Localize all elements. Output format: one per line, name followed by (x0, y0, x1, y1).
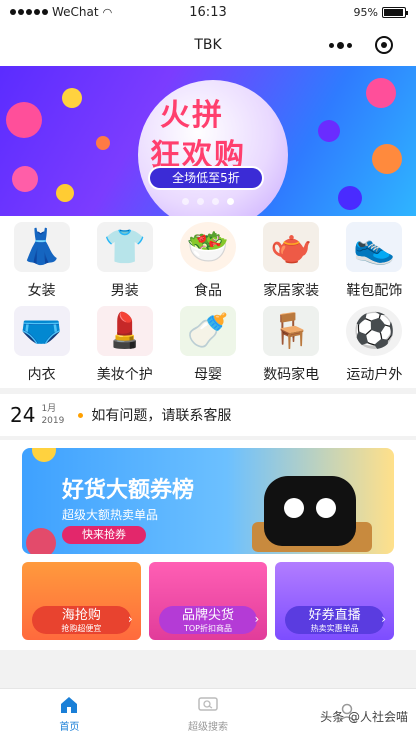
notice-year: 2019 (41, 416, 65, 426)
indicator-dot[interactable] (212, 198, 219, 205)
decor-blob (372, 144, 402, 174)
indicator-dot[interactable] (197, 198, 204, 205)
signal-icon (10, 9, 48, 15)
status-bar: WeChat ◠ 16:13 95% (0, 0, 416, 24)
category-item-food[interactable]: 🥗 食品 (166, 216, 249, 300)
status-left: WeChat ◠ (10, 5, 354, 19)
nav-bar: TBK (0, 24, 416, 66)
notice-bar[interactable]: 24 1月 2019 如有问题，请联系客服 (0, 394, 416, 436)
mini-program-capsule (318, 30, 404, 60)
decor-blob (6, 102, 42, 138)
category-item-baby[interactable]: 🍼 母婴 (166, 300, 249, 384)
watermark-text: 头条 @人社会喵 (320, 710, 408, 724)
promo-tile-brand[interactable]: 品牌尖货 TOP折扣商品 › (148, 562, 268, 640)
banner-title-line1: 火拼 (160, 98, 224, 133)
notice-date-meta: 1月 2019 (41, 403, 64, 427)
banner-indicators (0, 198, 416, 205)
underwear-icon: 🩲 (13, 306, 70, 356)
category-item-digital[interactable]: 🪑 数码家电 (250, 300, 333, 384)
category-label: 男装 (110, 283, 139, 299)
notice-day: 24 (10, 403, 36, 427)
grab-coupon-button[interactable]: 快来抢券 (62, 526, 146, 544)
decor-blob (318, 120, 340, 142)
more-icon[interactable] (329, 41, 353, 49)
category-item-shoes-bags[interactable]: 👟 鞋包配饰 (333, 216, 416, 300)
category-label: 鞋包配饰 (346, 283, 403, 299)
category-label: 食品 (193, 283, 222, 299)
tmall-cat-icon (264, 476, 356, 546)
notice-bullet-icon (78, 412, 84, 418)
chevron-right-icon: › (127, 612, 133, 626)
lipstick-icon: 💄 (96, 306, 153, 356)
tile-pill: 海抢购 抢购超便宜 (32, 606, 131, 634)
promo-tile-overseas[interactable]: 海抢购 抢购超便宜 › (22, 562, 141, 640)
category-item-underwear[interactable]: 🩲 内衣 (0, 300, 83, 384)
promo-tiles: 海抢购 抢购超便宜 › 品牌尖货 TOP折扣商品 › 好券直播 热卖实惠单品 › (22, 562, 395, 640)
milk-powder-icon: 🍼 (179, 306, 236, 356)
decor-blob (32, 448, 56, 462)
status-right: 95% (353, 5, 408, 19)
search-chat-icon (198, 697, 218, 711)
tab-home[interactable]: 首页 (0, 689, 139, 739)
battery-percent: 95% (353, 5, 378, 19)
exit-icon[interactable] (374, 36, 393, 54)
indicator-dot[interactable] (182, 198, 189, 205)
coupon-ranking-banner[interactable]: 好货大额券榜 超级大额热卖单品 快来抢券 (22, 448, 394, 554)
category-label: 内衣 (27, 367, 56, 383)
page-title: TBK (194, 37, 222, 53)
promo-tile-live[interactable]: 好券直播 热卖实惠单品 › (275, 562, 395, 640)
kettle-icon: 🫖 (263, 222, 320, 272)
promo-banner[interactable]: 火拼 狂欢购 全场低至5折 (0, 66, 416, 216)
category-label: 母婴 (193, 367, 222, 383)
category-item-sports[interactable]: ⚽ 运动户外 (333, 300, 416, 384)
wifi-icon: ◠ (102, 5, 113, 19)
category-item-womens[interactable]: 👗 女装 (0, 216, 83, 300)
notice-text: 如有问题，请联系客服 (91, 408, 232, 424)
tile-title: 好券直播 (308, 608, 361, 623)
category-label: 家居家装 (263, 283, 320, 299)
notice-month: 1月 (41, 404, 57, 414)
tshirt-icon: 👕 (96, 222, 153, 272)
category-label: 女装 (27, 283, 56, 299)
tile-pill: 品牌尖货 TOP折扣商品 (158, 606, 258, 634)
category-label: 美妆个护 (96, 367, 153, 383)
sneaker-icon: 👟 (346, 222, 403, 272)
chevron-right-icon: › (254, 612, 260, 626)
decor-blob (62, 88, 82, 108)
category-item-mens[interactable]: 👕 男装 (83, 216, 166, 300)
food-icon: 🥗 (179, 222, 236, 272)
tile-title: 海抢购 (61, 608, 101, 623)
decor-blob (366, 78, 396, 108)
hero-title: 好货大额券榜 (62, 478, 195, 503)
tile-subtitle: TOP折扣商品 (184, 624, 233, 633)
tile-subtitle: 抢购超便宜 (61, 624, 102, 633)
carrier-label: WeChat (52, 5, 99, 19)
tab-super-search[interactable]: 超级搜索 (139, 689, 278, 739)
category-grid: 👗 女装 👕 男装 🥗 食品 🫖 家居家装 👟 鞋包配饰 🩲 内衣 💄 美妆个护… (0, 216, 416, 388)
category-label: 数码家电 (263, 367, 320, 383)
category-item-home[interactable]: 🫖 家居家装 (250, 216, 333, 300)
soccer-ball-icon: ⚽ (346, 306, 403, 356)
decor-blob (12, 166, 38, 192)
chevron-right-icon: › (381, 612, 387, 626)
tile-pill: 好券直播 热卖实惠单品 (285, 606, 385, 634)
home-icon (61, 697, 78, 713)
promo-section: 好货大额券榜 超级大额热卖单品 快来抢券 海抢购 抢购超便宜 › 品牌尖货 TO… (0, 440, 416, 650)
decor-blob (96, 136, 110, 150)
decor-blob (26, 528, 56, 554)
chair-icon: 🪑 (263, 306, 320, 356)
category-item-beauty[interactable]: 💄 美妆个护 (83, 300, 166, 384)
tab-label: 超级搜索 (188, 722, 228, 733)
tab-label: 首页 (59, 722, 80, 733)
banner-subtitle: 全场低至5折 (150, 168, 262, 188)
category-label: 运动户外 (346, 367, 403, 383)
hero-subtitle: 超级大额热卖单品 (62, 508, 159, 522)
dress-icon: 👗 (13, 222, 70, 272)
indicator-dot-active[interactable] (227, 198, 234, 205)
tile-subtitle: 热卖实惠单品 (310, 624, 359, 633)
battery-icon (382, 6, 408, 18)
tile-title: 品牌尖货 (182, 608, 235, 623)
